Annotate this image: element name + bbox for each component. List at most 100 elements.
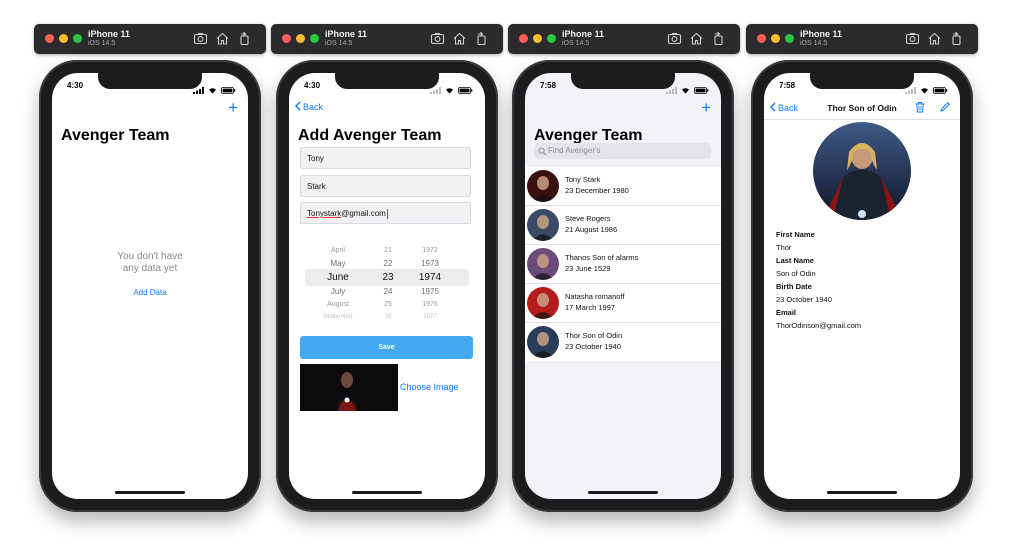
home-indicator: [115, 491, 185, 494]
zoom-window-button[interactable]: [73, 34, 82, 43]
avenger-row[interactable]: Thanos Son of alarms 23 June 1529: [525, 245, 721, 284]
add-avenger-screen: 4:30 Back Add Avenger Team Tony Stark To…: [289, 73, 485, 499]
minimize-window-button[interactable]: [296, 34, 305, 43]
rotate-icon[interactable]: [474, 31, 489, 46]
picker-month: September: [323, 314, 353, 318]
email-value-prefix: Tonystark: [307, 209, 342, 218]
trash-icon[interactable]: [914, 101, 926, 113]
battery-icon: [458, 81, 473, 99]
email-value: ThorOdinson@gmail.com: [776, 321, 862, 330]
avatar: [527, 287, 559, 319]
picker-month: August: [327, 301, 349, 308]
picker-row[interactable]: July 24 1975: [300, 285, 471, 298]
screenshot-icon[interactable]: [193, 31, 208, 46]
simulator-os-version: iOS 14.5: [325, 40, 353, 47]
rotate-icon[interactable]: [711, 31, 726, 46]
picker-year: 1973: [421, 259, 439, 268]
navigation-bar: Back Thor Son of Odin: [764, 95, 960, 120]
search-placeholder: Find Avenger's: [548, 146, 601, 155]
home-indicator: [827, 491, 897, 494]
edit-icon[interactable]: [939, 101, 951, 113]
simulator-toolbar-2: iPhone 11 iOS 14.5: [271, 24, 503, 54]
add-data-button[interactable]: Add Data: [52, 288, 248, 297]
avenger-birth-date: 23 December 1980: [565, 186, 629, 195]
rotate-icon[interactable]: [949, 31, 964, 46]
avenger-list: Tony Stark 23 December 1980 Steve Rogers 21…: [525, 167, 721, 361]
picker-day: 22: [383, 259, 393, 268]
window-controls: [282, 34, 319, 43]
iphone-frame-1: 4:30 + Avenger Team You don't have any d…: [39, 60, 261, 512]
avenger-row[interactable]: Tony Stark 23 December 1980: [525, 167, 721, 206]
screenshot-icon[interactable]: [667, 31, 682, 46]
picker-year: 1976: [422, 301, 438, 308]
avenger-list-screen: 7:58 + Avenger Team Find Avenger's Tony …: [525, 73, 721, 499]
picker-month: July: [330, 287, 346, 296]
avatar: [527, 209, 559, 241]
simulator-device-name: iPhone 11: [562, 29, 605, 39]
minimize-window-button[interactable]: [533, 34, 542, 43]
home-icon[interactable]: [215, 31, 230, 46]
avenger-name: Natasha romanoff: [565, 292, 625, 301]
window-controls: [45, 34, 82, 43]
email-field[interactable]: Tonystark@gmail.com: [300, 202, 471, 224]
picker-row[interactable]: June 23 1974: [300, 271, 471, 284]
notch: [335, 73, 439, 89]
picker-row[interactable]: May 22 1973: [300, 257, 471, 270]
notch: [810, 73, 914, 89]
close-window-button[interactable]: [519, 34, 528, 43]
home-indicator: [352, 491, 422, 494]
add-avenger-button[interactable]: +: [228, 99, 238, 116]
wifi-icon: [445, 81, 454, 99]
back-label: Back: [303, 102, 324, 112]
add-avenger-button[interactable]: +: [701, 99, 711, 116]
empty-state-line-2: any data yet: [122, 263, 178, 274]
back-button[interactable]: Back: [295, 101, 323, 113]
search-input[interactable]: Find Avenger's: [534, 143, 711, 159]
simulator-toolbar-1: iPhone 11 iOS 14.5: [34, 24, 266, 54]
zoom-window-button[interactable]: [785, 34, 794, 43]
close-window-button[interactable]: [757, 34, 766, 43]
email-value-suffix: @gmail.com: [341, 209, 386, 218]
avenger-name: Thor Son of Odin: [565, 331, 623, 340]
picker-row[interactable]: April 21 1972: [300, 244, 471, 257]
minimize-window-button[interactable]: [771, 34, 780, 43]
screenshot-icon[interactable]: [905, 31, 920, 46]
first-name-field[interactable]: Tony: [300, 147, 471, 169]
picker-row[interactable]: August 25 1976: [300, 298, 471, 311]
wifi-icon: [681, 81, 690, 99]
zoom-window-button[interactable]: [547, 34, 556, 43]
close-window-button[interactable]: [282, 34, 291, 43]
birth-date-picker[interactable]: March201971April211972May221973June23197…: [300, 238, 471, 318]
minimize-window-button[interactable]: [59, 34, 68, 43]
close-window-button[interactable]: [45, 34, 54, 43]
empty-state-message: You don't have any data yet: [52, 251, 248, 275]
home-icon[interactable]: [927, 31, 942, 46]
avenger-row[interactable]: Thor Son of Odin 23 October 1940: [525, 323, 721, 361]
avenger-birth-date: 17 March 1997: [565, 303, 616, 312]
last-name-field[interactable]: Stark: [300, 175, 471, 197]
picker-day: 25: [384, 301, 392, 308]
window-controls: [757, 34, 794, 43]
status-time: 4:30: [67, 81, 84, 90]
first-name-value: Tony: [307, 154, 324, 163]
rotate-icon[interactable]: [237, 31, 252, 46]
avenger-birth-date: 21 August 1986: [565, 225, 618, 234]
home-icon[interactable]: [452, 31, 467, 46]
avenger-row[interactable]: Natasha romanoff 17 March 1997: [525, 284, 721, 323]
picker-row[interactable]: September 26 1977: [300, 311, 471, 318]
screenshot-icon[interactable]: [430, 31, 445, 46]
picker-year: 1977: [423, 314, 437, 318]
iphone-frame-2: 4:30 Back Add Avenger Team Tony Stark To…: [276, 60, 498, 512]
chevron-left-icon: [295, 101, 301, 113]
home-icon[interactable]: [689, 31, 704, 46]
picker-year: 1975: [421, 287, 439, 296]
save-button[interactable]: Save: [300, 336, 473, 359]
choose-image-button[interactable]: Choose Image: [400, 382, 459, 392]
first-name-label: First Name: [776, 230, 815, 239]
first-name-value: Thor: [776, 243, 792, 252]
picker-day: 26: [384, 314, 392, 318]
simulator-device-name: iPhone 11: [325, 29, 368, 39]
zoom-window-button[interactable]: [310, 34, 319, 43]
simulator-os-version: iOS 14.5: [88, 40, 116, 47]
avenger-row[interactable]: Steve Rogers 21 August 1986: [525, 206, 721, 245]
